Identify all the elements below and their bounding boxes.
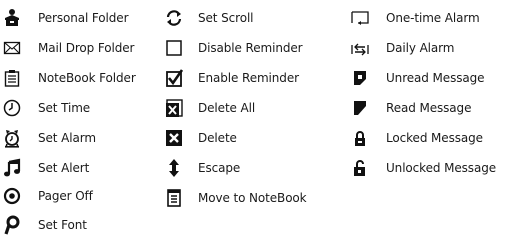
legend-label: Enable Reminder: [198, 71, 299, 85]
up-down-arrow-icon: [164, 158, 184, 178]
locked-message-icon: [350, 128, 370, 148]
notebook-page-icon: [164, 188, 184, 208]
legend-label: Unread Message: [386, 71, 485, 85]
notebook-folder-icon: [2, 68, 22, 88]
legend-label: Personal Folder: [38, 11, 129, 25]
legend-item: Set Scroll: [164, 8, 254, 28]
delete-all-icon: [164, 98, 184, 118]
legend-item: Mail Drop Folder: [2, 38, 134, 58]
pager-off-icon: [2, 186, 22, 206]
read-message-icon: [350, 98, 370, 118]
legend-item: One-time Alarm: [350, 8, 480, 28]
legend-item: Unlocked Message: [350, 158, 496, 178]
legend-label: Move to NoteBook: [198, 191, 307, 205]
mail-drop-folder-icon: [2, 38, 22, 58]
legend-item: Disable Reminder: [164, 38, 303, 58]
clock-icon: [2, 98, 22, 118]
legend-label: Mail Drop Folder: [38, 41, 135, 55]
legend-label: NoteBook Folder: [38, 71, 136, 85]
legend-label: Read Message: [386, 101, 472, 115]
music-note-icon: [2, 158, 22, 178]
legend-label: Disable Reminder: [198, 41, 303, 55]
legend-label: Set Time: [38, 101, 91, 115]
legend-label: Unlocked Message: [386, 161, 496, 175]
legend-item: Set Time: [2, 98, 90, 118]
legend-label: Delete: [198, 131, 237, 145]
legend-item: Set Font: [2, 215, 87, 235]
legend-item: Personal Folder: [2, 8, 129, 28]
legend-label: Locked Message: [386, 131, 483, 145]
legend-label: Delete All: [198, 101, 256, 115]
empty-checkbox-icon: [164, 38, 184, 58]
legend-label: Escape: [198, 161, 241, 175]
legend-label: Set Scroll: [198, 11, 254, 25]
legend-item: Delete: [164, 128, 237, 148]
legend-item: NoteBook Folder: [2, 68, 136, 88]
checked-checkbox-icon: [164, 68, 184, 88]
font-icon: [2, 215, 22, 235]
legend-label: Set Font: [38, 218, 87, 232]
legend-label: Daily Alarm: [386, 41, 455, 55]
legend-item: Enable Reminder: [164, 68, 299, 88]
legend-item: Daily Alarm: [350, 38, 454, 58]
legend-item: Locked Message: [350, 128, 483, 148]
legend-item: Delete All: [164, 98, 255, 118]
legend-label: Pager Off: [38, 189, 93, 203]
legend-label: One-time Alarm: [386, 11, 480, 25]
legend-item: Pager Off: [2, 186, 93, 206]
legend-label: Set Alert: [38, 161, 90, 175]
legend-label: Set Alarm: [38, 131, 96, 145]
legend-item: Move to NoteBook: [164, 188, 307, 208]
legend-item: Set Alert: [2, 158, 89, 178]
unread-message-icon: [350, 68, 370, 88]
scroll-icon: [164, 8, 184, 28]
legend-item: Read Message: [350, 98, 471, 118]
personal-folder-icon: [2, 8, 22, 28]
delete-icon: [164, 128, 184, 148]
legend-item: Set Alarm: [2, 128, 96, 148]
legend-item: Unread Message: [350, 68, 485, 88]
one-time-alarm-icon: [350, 8, 370, 28]
legend-item: Escape: [164, 158, 240, 178]
daily-alarm-icon: [350, 38, 370, 58]
alarm-clock-icon: [2, 128, 22, 148]
icon-legend: Personal Folder Mail Drop Folder NoteBoo…: [0, 0, 508, 241]
unlocked-message-icon: [350, 158, 370, 178]
